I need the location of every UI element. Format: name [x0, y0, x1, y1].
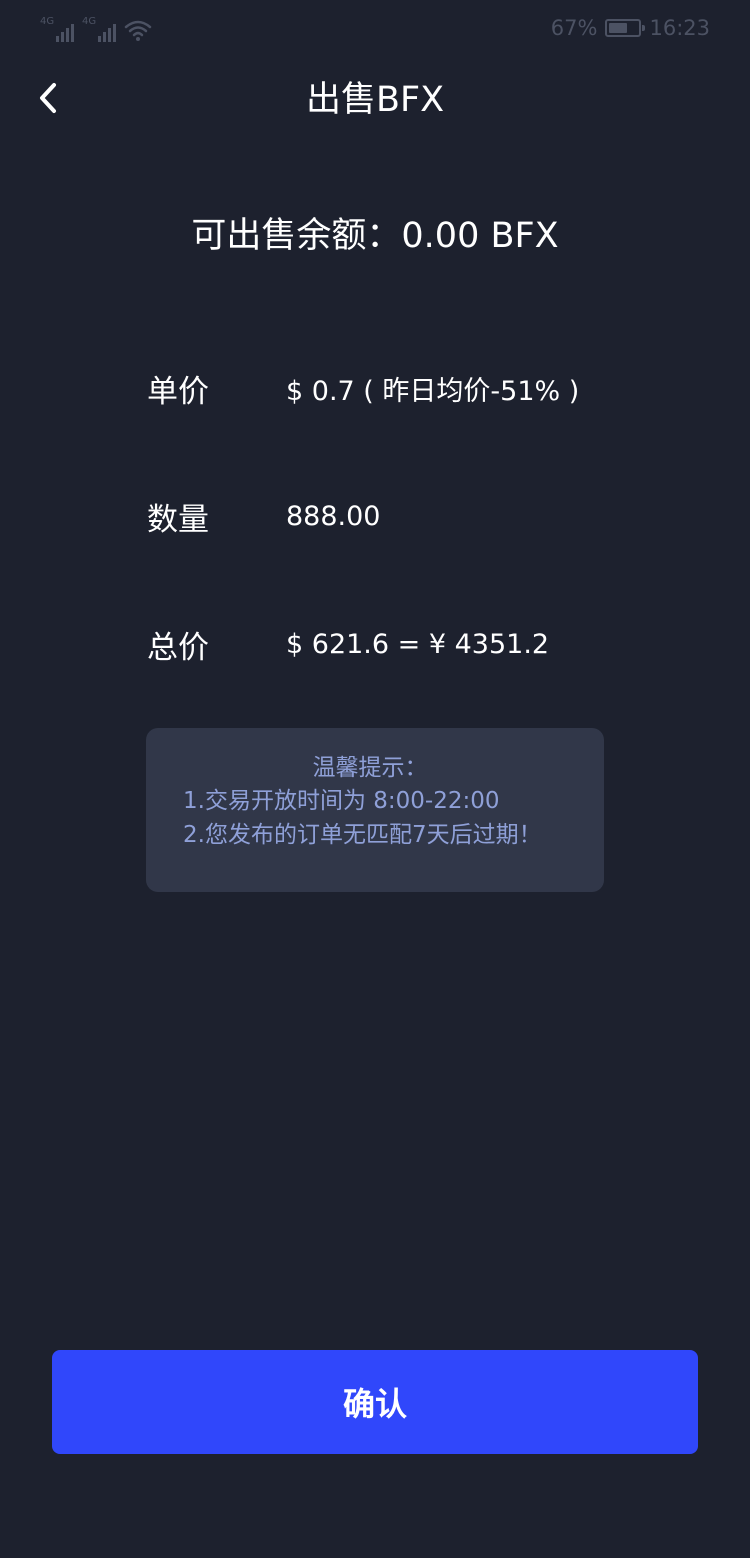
total-row: 总价 $ 621.6 = ¥ 4351.2: [147, 622, 549, 666]
status-bar: 4G 4G 67% 16:23: [0, 0, 750, 56]
wifi-icon: [124, 20, 152, 41]
battery-icon: [605, 19, 646, 37]
quantity-value: 888.00: [286, 500, 381, 532]
tips-line-trading-hours: 1.交易开放时间为 8:00-22:00: [183, 788, 500, 814]
total-label: 总价: [147, 629, 209, 666]
total-value: $ 621.6 = ¥ 4351.2: [286, 628, 550, 660]
price-row: 单价 $ 0.7 ( 昨日均价-51% ): [147, 366, 579, 410]
battery-percent: 67%: [550, 16, 598, 40]
quantity-row: 数量 888.00: [147, 494, 380, 538]
tips-line-order-expiry: 2.您发布的订单无匹配7天后过期！: [183, 822, 542, 848]
page-title: 出售BFX: [305, 80, 445, 120]
tips-card: 温馨提示： 1.交易开放时间为 8:00-22:00 2.您发布的订单无匹配7天…: [146, 728, 604, 892]
status-bar-left: 4G 4G: [40, 12, 152, 42]
available-balance: 可出售余额：0.00 BFX: [191, 216, 559, 256]
signal-icon: 4G: [82, 16, 116, 42]
price-label: 单价: [147, 373, 209, 410]
signal-network-tag: 4G: [40, 16, 55, 27]
tips-title: 温馨提示：: [312, 755, 428, 781]
signal-icon: 4G: [40, 16, 74, 42]
quantity-label: 数量: [147, 501, 209, 538]
signal-network-tag: 4G: [82, 16, 97, 27]
clock: 16:23: [649, 16, 710, 40]
confirm-button[interactable]: 确认: [52, 1350, 698, 1454]
nav-bar: 出售BFX: [0, 62, 750, 138]
status-bar-right: 67% 16:23: [551, 14, 710, 42]
price-value: $ 0.7 ( 昨日均价-51% ): [286, 375, 580, 407]
